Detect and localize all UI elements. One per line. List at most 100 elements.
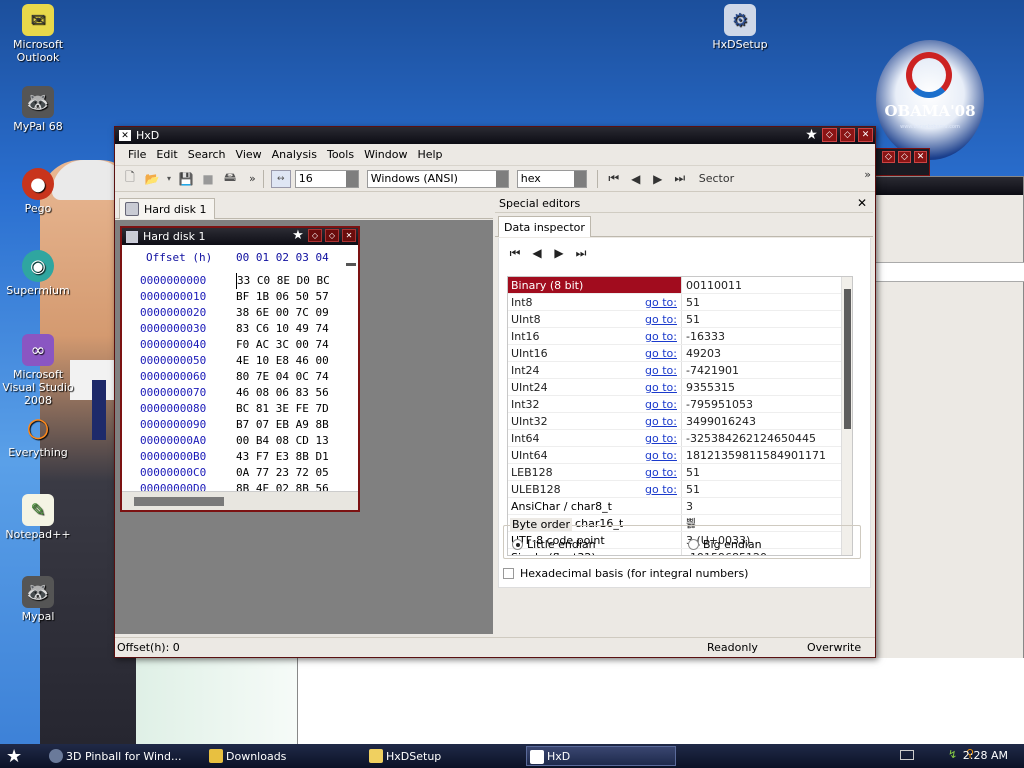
disk-icon[interactable]: 🖴: [221, 170, 239, 188]
menu-file[interactable]: File: [123, 148, 151, 161]
inspector-row[interactable]: UInt16 go to: 49203: [508, 345, 852, 362]
tab-data-inspector[interactable]: Data inspector: [498, 216, 591, 237]
inspector-value[interactable]: 51: [681, 464, 852, 480]
hex-row[interactable]: 0000000040 F0 AC 3C 00 74: [122, 337, 358, 353]
pin-icon[interactable]: ★: [804, 127, 819, 143]
goto-link[interactable]: go to:: [645, 464, 681, 480]
network-icon[interactable]: ↯: [948, 748, 957, 761]
pin-icon[interactable]: ★: [291, 228, 305, 243]
goto-link[interactable]: go to:: [645, 311, 681, 327]
inspector-row[interactable]: UInt8 go to: 51: [508, 311, 852, 328]
inspector-row[interactable]: UInt24 go to: 9355315: [508, 379, 852, 396]
inspector-value[interactable]: 00110011: [681, 277, 852, 293]
menu-window[interactable]: Window: [359, 148, 412, 161]
desktop-icon-supermium[interactable]: ◉ Supermium: [0, 250, 78, 297]
inspector-row[interactable]: Int8 go to: 51: [508, 294, 852, 311]
inspector-row[interactable]: Int24 go to: -7421901: [508, 362, 852, 379]
desktop-icon-mypal[interactable]: 🦝 Mypal: [0, 576, 78, 623]
previous-icon[interactable]: ◀: [529, 246, 545, 261]
hex-row-bytes[interactable]: 33 C0 8E D0 BC: [236, 273, 330, 289]
menu-view[interactable]: View: [231, 148, 267, 161]
hex-view[interactable]: Offset (h) 00 01 02 03 04 0000000000 33 C…: [122, 245, 358, 491]
hex-row[interactable]: 00000000D0 8B 4E 02 8B 56: [122, 481, 358, 491]
toolbar-overflow-icon-right[interactable]: »: [864, 168, 871, 181]
goto-link[interactable]: go to:: [645, 345, 681, 361]
inspector-row[interactable]: UInt32 go to: 3499016243: [508, 413, 852, 430]
inspector-row[interactable]: LEB128 go to: 51: [508, 464, 852, 481]
scrollbar-thumb[interactable]: [134, 497, 224, 506]
child-maximize-button[interactable]: ◇: [325, 229, 339, 242]
desktop-icon-visual-studio[interactable]: ∞ Microsoft Visual Studio 2008: [0, 334, 78, 407]
last-sector-icon[interactable]: ⏭: [671, 171, 689, 186]
goto-link[interactable]: go to:: [645, 379, 681, 395]
goto-link[interactable]: go to:: [645, 396, 681, 412]
last-icon[interactable]: ⏭: [573, 246, 589, 261]
goto-link[interactable]: go to:: [645, 294, 681, 310]
hex-row-bytes[interactable]: 0A 77 23 72 05: [236, 465, 329, 481]
goto-link[interactable]: go to:: [645, 413, 681, 429]
desktop-icon-notepadpp[interactable]: ✎ Notepad++: [0, 494, 78, 541]
taskbar-item-hxdsetup[interactable]: HxDSetup: [366, 746, 516, 766]
inspector-row[interactable]: Int16 go to: -16333: [508, 328, 852, 345]
desktop-icon-outlook[interactable]: ✉ Microsoft Outlook: [0, 4, 78, 64]
hex-row-bytes[interactable]: 00 B4 08 CD 13: [236, 433, 329, 449]
inspector-row[interactable]: AnsiChar / char8_t 3: [508, 498, 852, 515]
inspector-row[interactable]: Int32 go to: -795951053: [508, 396, 852, 413]
hex-row[interactable]: 0000000000 33 C0 8E D0 BC: [122, 273, 358, 289]
taskbar-item-hxd[interactable]: HxD: [526, 746, 676, 766]
charset-select[interactable]: Windows (ANSI): [366, 169, 509, 188]
menu-analysis[interactable]: Analysis: [267, 148, 322, 161]
inspector-row[interactable]: Int64 go to: -325384262124650445: [508, 430, 852, 447]
child-titlebar[interactable]: Hard disk 1 ★ ◇ ◇ ✕: [122, 228, 358, 245]
inspector-value[interactable]: 51: [681, 311, 852, 327]
goto-link[interactable]: go to:: [645, 447, 681, 463]
goto-link[interactable]: go to:: [645, 328, 681, 344]
hex-row-bytes[interactable]: 83 C6 10 49 74: [236, 321, 329, 337]
inspector-row[interactable]: UInt64 go to: 18121359811584901171: [508, 447, 852, 464]
display-mode-select[interactable]: hex: [516, 169, 587, 188]
hex-row[interactable]: 0000000080 BC 81 3E FE 7D: [122, 401, 358, 417]
menu-help[interactable]: Help: [412, 148, 447, 161]
goto-link[interactable]: go to:: [645, 430, 681, 446]
inspector-value[interactable]: 3499016243: [681, 413, 852, 429]
child-close-button[interactable]: ✕: [342, 229, 356, 242]
first-icon[interactable]: ⏮: [507, 246, 523, 261]
tab-hard-disk-1[interactable]: Hard disk 1: [119, 198, 216, 219]
child-minimize-button[interactable]: ◇: [308, 229, 322, 242]
inspector-value[interactable]: 51: [681, 294, 852, 310]
open-dropdown-icon[interactable]: ▾: [165, 170, 173, 188]
hex-row[interactable]: 00000000C0 0A 77 23 72 05: [122, 465, 358, 481]
hex-row-bytes[interactable]: 43 F7 E3 8B D1: [236, 449, 329, 465]
previous-sector-icon[interactable]: ◀: [627, 172, 645, 186]
data-inspector-grid[interactable]: Binary (8 bit) 00110011 Int8 go to: 51 UInt8 g…: [507, 276, 853, 556]
close-button[interactable]: ✕: [858, 128, 873, 142]
hex-row-bytes[interactable]: BC 81 3E FE 7D: [236, 401, 329, 417]
hex-row-bytes[interactable]: BF 1B 06 50 57: [236, 289, 329, 305]
bytes-per-row-select[interactable]: 16: [294, 169, 359, 188]
maximize-button[interactable]: ◇: [840, 128, 855, 142]
inspector-value[interactable]: -325384262124650445: [681, 430, 852, 446]
hex-row[interactable]: 00000000B0 43 F7 E3 8B D1: [122, 449, 358, 465]
open-folder-icon[interactable]: 📂: [143, 170, 161, 188]
little-endian-radio[interactable]: Little endian: [512, 538, 596, 551]
taskbar-item-pinball[interactable]: 3D Pinball for Wind...: [46, 746, 196, 766]
menu-search[interactable]: Search: [183, 148, 231, 161]
toolbar-overflow-icon[interactable]: »: [249, 172, 256, 185]
vertical-scrollbar[interactable]: [841, 277, 852, 555]
inspector-value[interactable]: 49203: [681, 345, 852, 361]
inspector-value[interactable]: 9355315: [681, 379, 852, 395]
desktop-icon-hxdsetup[interactable]: ⚙ HxDSetup: [700, 4, 780, 51]
inspector-value[interactable]: -16333: [681, 328, 852, 344]
minimize-button[interactable]: ◇: [822, 128, 837, 142]
taskbar-item-downloads[interactable]: Downloads: [206, 746, 356, 766]
scrollbar-thumb[interactable]: [844, 289, 851, 429]
goto-link[interactable]: go to:: [645, 362, 681, 378]
hex-row[interactable]: 0000000020 38 6E 00 7C 09: [122, 305, 358, 321]
hex-row[interactable]: 0000000090 B7 07 EB A9 8B: [122, 417, 358, 433]
inspector-value[interactable]: 3: [681, 498, 852, 514]
hex-row[interactable]: 0000000050 4E 10 E8 46 00: [122, 353, 358, 369]
menu-edit[interactable]: Edit: [151, 148, 182, 161]
goto-link[interactable]: go to:: [645, 481, 681, 497]
hex-basis-checkbox[interactable]: Hexadecimal basis (for integral numbers): [503, 567, 748, 580]
inspector-value[interactable]: 18121359811584901171: [681, 447, 852, 463]
